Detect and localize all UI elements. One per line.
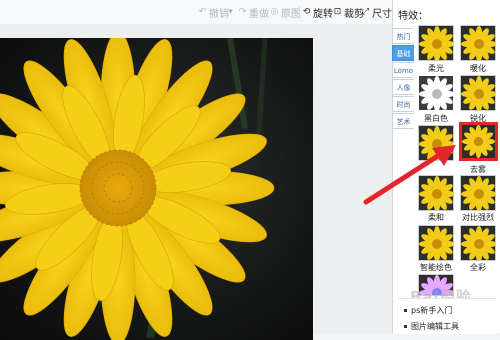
effect-thumb-bw[interactable] — [418, 75, 454, 111]
undo-dropdown-button[interactable]: ▾ — [226, 5, 235, 19]
effect-label-warm: 暖化 — [470, 64, 486, 73]
resize-icon: ⤢ — [361, 6, 370, 17]
effect-thumb-smart-color[interactable] — [418, 225, 454, 261]
redo-icon: ↷ — [238, 6, 247, 17]
redo-button[interactable]: ↷ 重做 — [238, 5, 269, 20]
link-image-edit-tools-label: 图片编辑工具 — [411, 322, 459, 331]
effect-label-bw: 黑白色 — [424, 114, 448, 123]
undo-icon: ↶ — [198, 6, 207, 17]
full-color-preview — [461, 226, 496, 261]
link-ps-beginner[interactable]: ps新手入门 — [404, 305, 452, 316]
caret-down-icon: ▾ — [228, 6, 233, 17]
link-image-edit-tools[interactable]: 图片编辑工具 — [404, 321, 459, 332]
rotate-icon: ⟲ — [302, 6, 311, 17]
pointer-arrow-icon — [363, 145, 456, 205]
crop-icon: ⊡ — [333, 6, 342, 17]
bullet-icon — [404, 309, 407, 312]
crop-button[interactable]: ⊡ 裁剪 — [333, 5, 364, 20]
original-button[interactable]: ◎ 原图 — [270, 5, 301, 20]
effects-panel-title: 特效： — [398, 11, 428, 22]
rotate-label: 旋转 — [313, 8, 333, 20]
tab-art[interactable]: 艺术 — [392, 113, 414, 129]
link-ps-beginner-label: ps新手入门 — [411, 306, 453, 315]
effect-thumb-soft-light[interactable] — [418, 25, 454, 61]
bw-preview — [419, 76, 454, 111]
resize-button[interactable]: ⤢ 尺寸 — [361, 5, 392, 20]
original-label: 原图 — [281, 8, 301, 20]
dehaze-preview — [462, 125, 495, 158]
tab-hot[interactable]: 热门 — [392, 28, 414, 44]
high-contrast-preview — [461, 176, 496, 211]
canvas-area — [0, 24, 392, 340]
tab-basic[interactable]: 基础 — [392, 45, 414, 61]
flower-image — [0, 38, 275, 340]
smart-color-preview — [419, 226, 454, 261]
editor-toolbar: ↶ 撤销 ▾ ↷ 重做 ◎ 原图 ⟲ 旋转 ⊡ 裁剪 ⤢ 尺寸 — [0, 0, 392, 25]
original-image-icon: ◎ — [270, 6, 279, 17]
effect-label-high-contrast: 对比强烈 — [462, 213, 494, 222]
effect-label-soft-light: 柔光 — [428, 64, 444, 73]
resize-label: 尺寸 — [372, 8, 392, 20]
effect-thumb-high-contrast[interactable] — [460, 175, 496, 211]
bullet-icon — [404, 325, 407, 328]
toolbar-divider — [299, 6, 300, 18]
effect-label-smart-color: 智能绘色 — [420, 263, 452, 272]
effect-thumb-sharpen[interactable] — [460, 75, 496, 111]
edited-photo[interactable] — [0, 38, 313, 340]
tab-lomo[interactable]: Lomo — [392, 62, 414, 78]
effect-label-dehaze: 去雾 — [470, 165, 486, 174]
effect-thumb-dehaze[interactable] — [459, 122, 498, 161]
redo-label: 重做 — [249, 8, 269, 20]
effect-thumb-warm[interactable] — [460, 25, 496, 61]
soft-light-preview — [419, 26, 454, 61]
sharpen-preview — [461, 76, 496, 111]
undo-button[interactable]: ↶ 撤销 — [198, 5, 229, 20]
tab-fashion[interactable]: 时尚 — [392, 96, 414, 112]
warm-preview — [461, 26, 496, 61]
tab-portrait[interactable]: 人像 — [392, 79, 414, 95]
effect-label-full-color: 全彩 — [470, 263, 486, 272]
rotate-button[interactable]: ⟲ 旋转 — [302, 5, 333, 20]
effect-thumb-full-color[interactable] — [460, 225, 496, 261]
